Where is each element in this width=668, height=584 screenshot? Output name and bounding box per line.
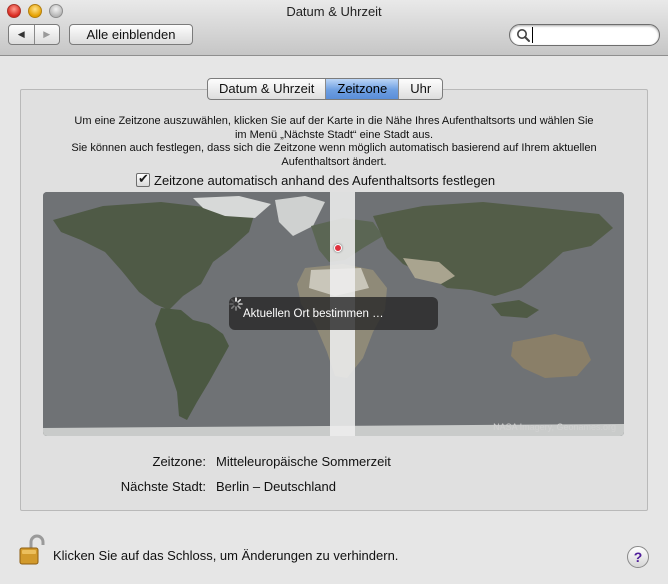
- window-titlebar: Datum & Uhrzeit ◀ ▶ Alle einblenden: [0, 0, 668, 56]
- spinner-icon: [229, 297, 243, 311]
- auto-timezone-checkbox[interactable]: [136, 171, 150, 187]
- map-credit: NASA Imagery, Geonames.org: [493, 422, 616, 432]
- tab-date-time[interactable]: Datum & Uhrzeit: [208, 79, 325, 99]
- auto-timezone-row[interactable]: Zeitzone automatisch anhand des Aufentha…: [136, 171, 495, 188]
- location-pin-icon: [334, 244, 342, 252]
- magnifier-icon: [517, 29, 530, 42]
- closest-city-value[interactable]: Berlin – Deutschland: [216, 479, 336, 494]
- help-button[interactable]: ?: [627, 546, 649, 568]
- instruction-line: im Menü „Nächste Stadt“ eine Stadt aus.: [234, 128, 434, 141]
- lock-icon[interactable]: [18, 534, 46, 566]
- closest-city-label: Nächste Stadt:: [120, 479, 206, 494]
- timezone-value: Mitteleuropäische Sommerzeit: [216, 454, 391, 469]
- show-all-button[interactable]: Alle einblenden: [69, 24, 193, 45]
- auto-timezone-label[interactable]: Zeitzone automatisch anhand des Aufentha…: [154, 173, 495, 188]
- tab-timezone[interactable]: Zeitzone: [325, 79, 399, 99]
- back-forward-group: ◀ ▶: [8, 24, 60, 45]
- world-map[interactable]: Aktuellen Ort bestimmen … NASA Imagery, …: [43, 192, 624, 436]
- window-title: Datum & Uhrzeit: [286, 4, 382, 19]
- forward-button[interactable]: ▶: [33, 25, 60, 44]
- lock-hint-text: Klicken Sie auf das Schloss, um Änderung…: [53, 548, 399, 563]
- tab-clock[interactable]: Uhr: [398, 79, 442, 99]
- locating-text: Aktuellen Ort bestimmen …: [243, 307, 384, 320]
- locating-overlay: Aktuellen Ort bestimmen …: [229, 297, 438, 330]
- search-field[interactable]: [509, 24, 660, 46]
- timezone-label: Zeitzone:: [152, 454, 206, 469]
- tab-bar: Datum & Uhrzeit Zeitzone Uhr: [207, 78, 444, 100]
- instruction-line: Aufenthaltsort ändert.: [281, 155, 387, 168]
- instruction-line: Um eine Zeitzone auszuwählen, klicken Si…: [74, 115, 594, 127]
- search-input[interactable]: [532, 27, 654, 43]
- back-button[interactable]: ◀: [9, 25, 34, 44]
- timezone-instructions: Um eine Zeitzone auszuwählen, klicken Si…: [28, 115, 640, 169]
- instruction-line: Sie können auch festlegen, dass sich die…: [71, 142, 597, 154]
